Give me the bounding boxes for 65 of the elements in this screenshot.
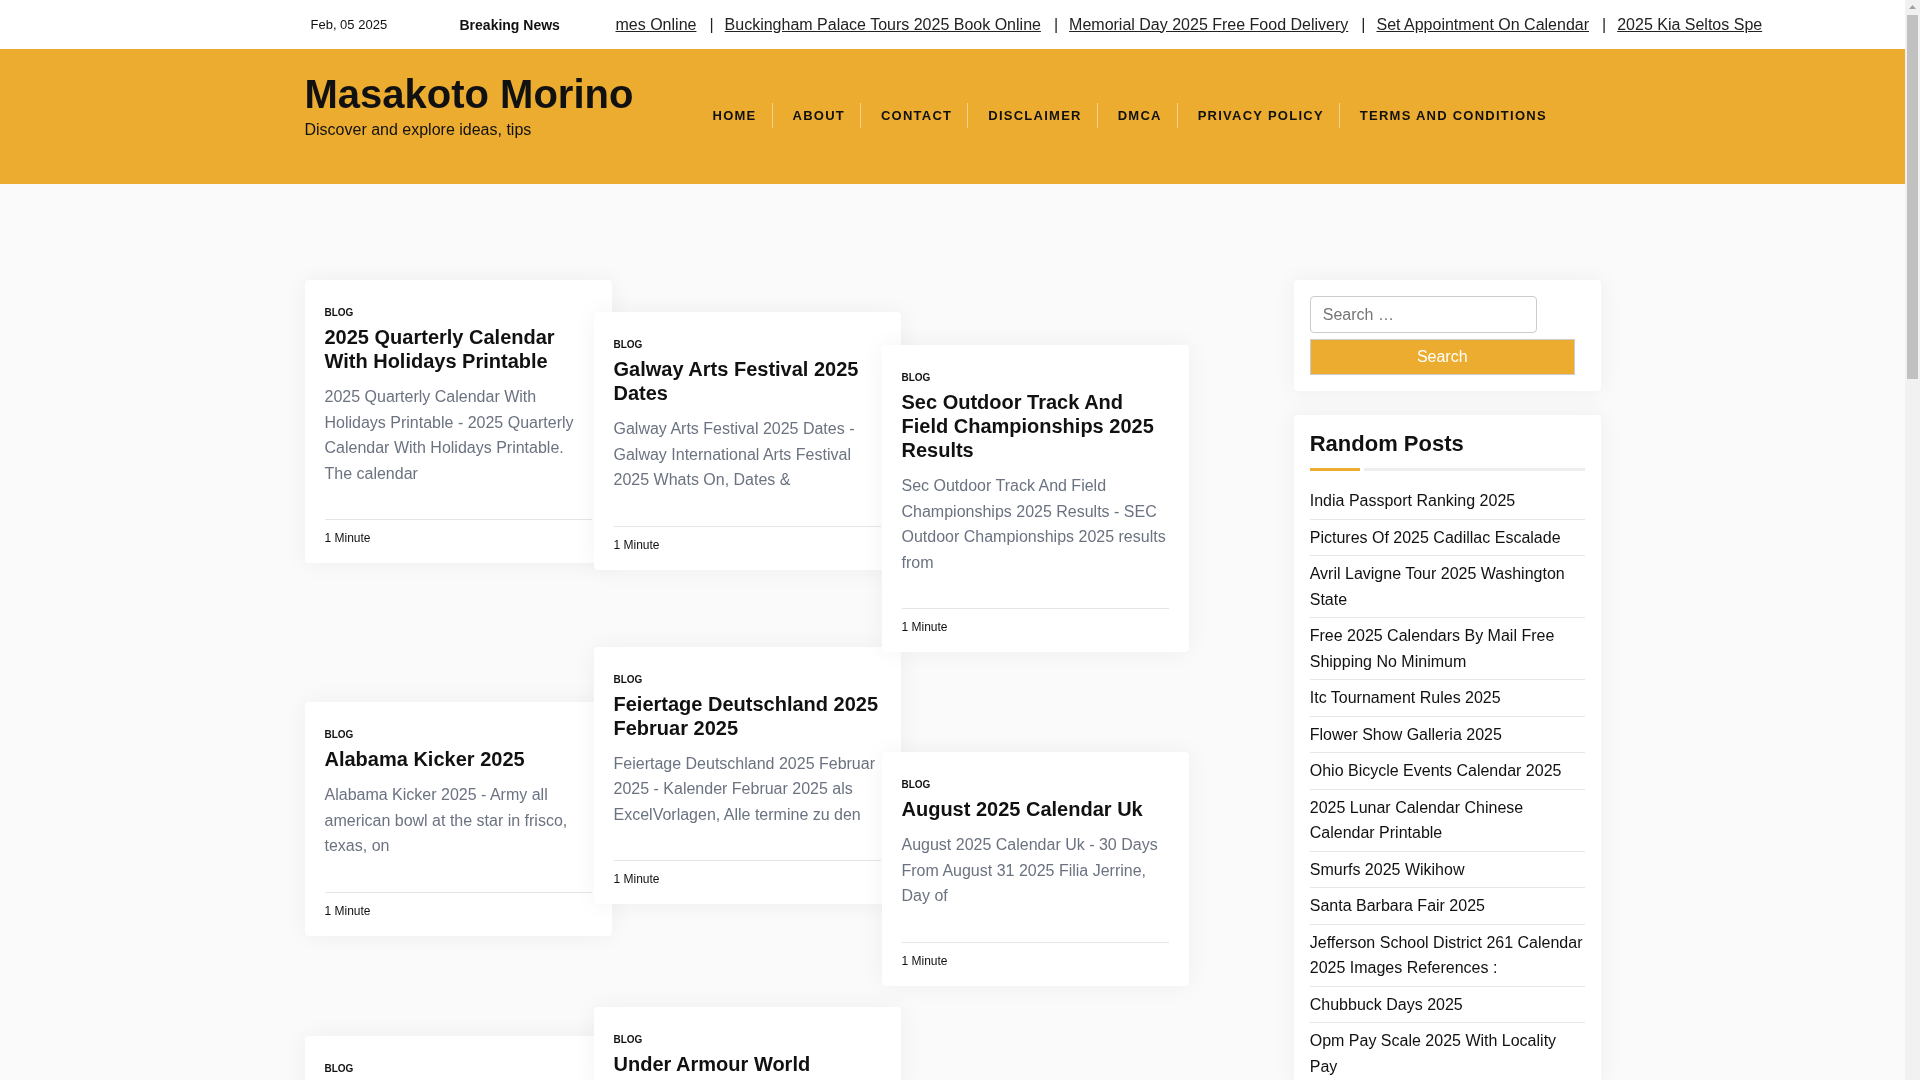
post-excerpt: August 2025 Calendar Uk - 30 Days From August 31 2025 Filia Jerrine, Day of xyxy=(901,835,1159,906)
random-post-link[interactable]: Flower Show Galleria 2025 xyxy=(1309,721,1585,747)
post-title[interactable]: Alabama Kicker 2025 xyxy=(324,747,592,771)
site-title[interactable]: Masakoto Morino xyxy=(304,72,634,116)
random-post-link[interactable]: Free 2025 Calendars By Mail Free Shipping No Minimum xyxy=(1309,623,1585,674)
nav-link[interactable]: TERMS AND CONDITIONS xyxy=(1338,103,1562,128)
breaking-news-label: Breaking News xyxy=(459,16,561,33)
random-post-link[interactable]: Santa Barbara Fair 2025 xyxy=(1309,893,1585,919)
site-tagline: Discover and explore ideas, tips xyxy=(304,120,532,140)
post-title[interactable]: Under Armour World xyxy=(613,1052,881,1076)
post-title[interactable]: Galway Arts Festival 2025 Dates xyxy=(613,357,881,405)
date-text: Feb, 05 2025 xyxy=(310,17,389,32)
post-excerpt: Alabama Kicker 2025 - Army all american bowl at the star in frisco, texas, on xyxy=(324,785,569,856)
post-category[interactable]: BLOG xyxy=(613,673,881,686)
nav-link[interactable]: HOME xyxy=(692,103,772,128)
post-title[interactable]: 2025 Quarterly Calendar With Holidays Printable xyxy=(324,325,592,373)
widget-title: Random Posts xyxy=(1309,431,1465,457)
scrollbar-thumb[interactable] xyxy=(1907,15,1918,379)
nav-link[interactable]: CONTACT xyxy=(859,103,968,128)
post-excerpt: Sec Outdoor Track And Field Championships 2025 Results - SEC Outdoor Championships 2025 results from xyxy=(901,476,1167,573)
random-post-link[interactable]: 2025 Lunar Calendar Chinese Calendar Printable xyxy=(1309,794,1585,846)
post-category[interactable]: BLOG xyxy=(901,372,1169,384)
random-post-link[interactable]: Itc Tournament Rules 2025 xyxy=(1309,685,1585,711)
post-category[interactable]: BLOG xyxy=(324,307,592,319)
read-time: 1 Minute xyxy=(901,953,948,968)
nav-link[interactable]: PRIVACY POLICY xyxy=(1176,103,1339,128)
read-time: 1 Minute xyxy=(613,872,660,886)
random-post-link[interactable]: Jefferson School District 261 Calendar 2025 Images References : xyxy=(1309,929,1585,981)
random-post-link[interactable]: Opm Pay Scale 2025 With Locality Pay xyxy=(1309,1028,1585,1079)
scroll-up-icon[interactable] xyxy=(1909,5,1916,9)
post-excerpt: 2025 Quarterly Calendar With Holidays Printable - 2025 Quarterly Calendar With Holidays Printable. The calendar xyxy=(324,387,575,484)
post-title[interactable]: Sec Outdoor Track And Field Championships 2025 Results xyxy=(901,390,1169,462)
ticker-link[interactable]: Set Appointment On Calendar xyxy=(1376,15,1590,34)
random-post-link[interactable]: Chubbuck Days 2025 xyxy=(1309,991,1585,1017)
read-time: 1 Minute xyxy=(613,537,660,552)
random-post-link[interactable]: Smurfs 2025 Wikihow xyxy=(1309,856,1585,882)
post-title[interactable]: Feiertage Deutschland 2025 Februar 2025 xyxy=(613,691,881,740)
read-time: 1 Minute xyxy=(901,620,948,634)
random-post-link[interactable]: Ohio Bicycle Events Calendar 2025 xyxy=(1309,758,1585,784)
read-time: 1 Minute xyxy=(324,531,371,545)
ticker-link[interactable]: Buckingham Palace Tours 2025 Book Online xyxy=(724,15,1041,34)
scrollbar-track[interactable] xyxy=(1905,0,1920,1080)
post-excerpt: Galway Arts Festival 2025 Dates - Galway International Arts Festival 2025 Whats On, Dates & xyxy=(613,419,856,490)
nav-link[interactable]: DMCA xyxy=(1096,103,1177,128)
random-post-link[interactable]: Pictures Of 2025 Cadillac Escalade xyxy=(1309,524,1585,550)
ticker-link[interactable]: Memorial Day 2025 Free Food Delivery xyxy=(1069,15,1349,34)
nav-link[interactable]: ABOUT xyxy=(771,103,860,128)
post-category[interactable]: BLOG xyxy=(324,729,592,741)
ticker-separator: | xyxy=(1053,15,1059,34)
ticker-link[interactable]: 2025 Kia Seltos Spe xyxy=(1617,15,1763,34)
post-excerpt: Feiertage Deutschland 2025 Februar 2025 - Kalender Februar 2025 als ExcelVorlagen, Alle termine zu den xyxy=(613,753,876,825)
ticker-separator: | xyxy=(1361,15,1366,34)
random-post-link[interactable]: India Passport Ranking 2025 xyxy=(1309,488,1585,514)
ticker-separator: | xyxy=(709,15,714,34)
ticker-link[interactable]: mes Online xyxy=(615,15,697,34)
post-category[interactable]: BLOG xyxy=(901,779,1169,791)
post-category[interactable]: BLOG xyxy=(324,1062,592,1075)
ticker-separator: | xyxy=(1602,15,1607,34)
nav-link[interactable]: DISCLAIMER xyxy=(967,103,1097,128)
random-post-link[interactable]: Avril Lavigne Tour 2025 Washington State xyxy=(1309,561,1585,612)
post-title[interactable]: August 2025 Calendar Uk xyxy=(901,797,1169,821)
search-field[interactable]: Search … xyxy=(1309,296,1537,333)
read-time: 1 Minute xyxy=(324,903,371,918)
post-category[interactable]: BLOG xyxy=(613,1034,881,1046)
post-category[interactable]: BLOG xyxy=(613,339,881,351)
